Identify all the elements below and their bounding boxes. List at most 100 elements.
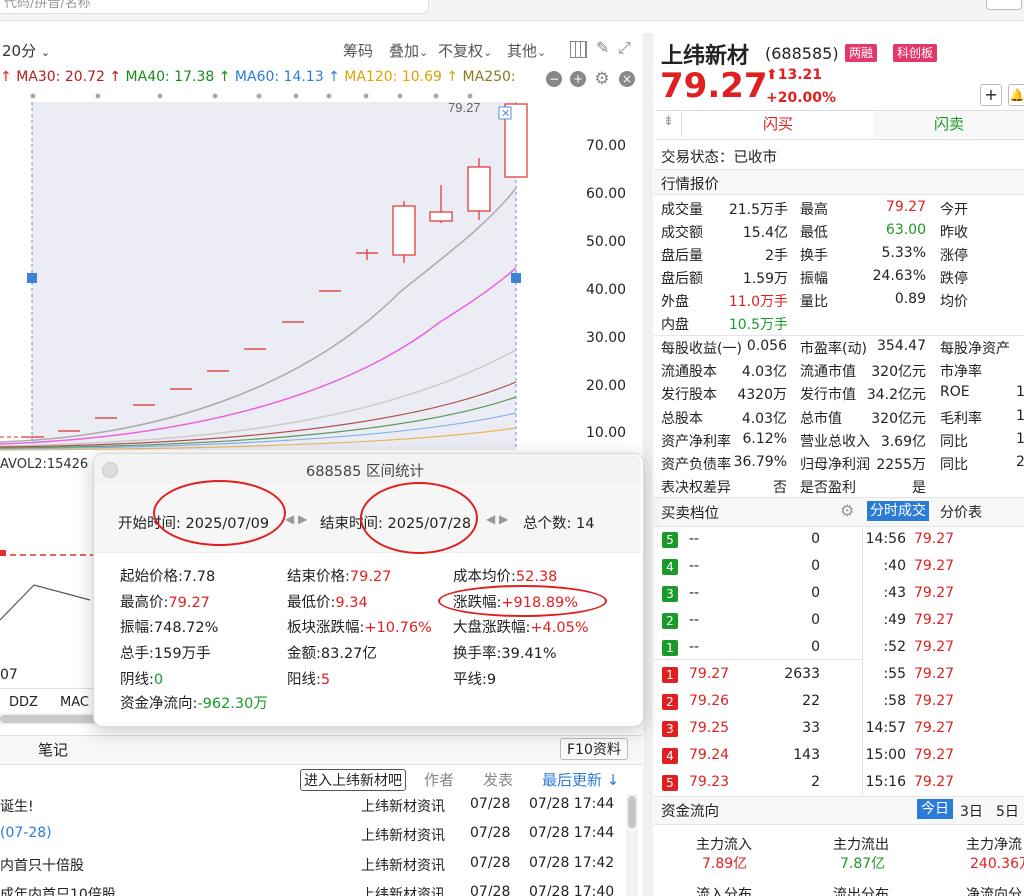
fundamental-label: 流通市值: [800, 364, 856, 381]
overlay-button[interactable]: 叠加⌄: [389, 40, 428, 61]
ask-row[interactable]: 5 -- 0: [654, 527, 862, 554]
quote-label: 换手: [800, 248, 828, 264]
tick-row[interactable]: :49 79.27: [864, 608, 1024, 635]
add-watchlist-button[interactable]: +: [980, 84, 1002, 106]
quote-value: 11.0万手: [728, 294, 788, 310]
chevron-down-icon: ⌄: [537, 46, 547, 59]
order-volume: 0: [811, 585, 820, 601]
last-price: 79.27: [660, 66, 768, 106]
order-price: --: [689, 612, 700, 628]
tab-price-table[interactable]: 分价表: [940, 502, 982, 522]
news-title[interactable]: 成年内首只10倍股: [0, 884, 116, 896]
candle: [467, 158, 491, 220]
stat-label: 起始价格:: [120, 569, 183, 585]
col-post[interactable]: 发表: [483, 769, 513, 790]
bid-row[interactable]: 3 79.25 33: [654, 716, 862, 743]
stat-label: 最高价:: [120, 594, 169, 611]
gear-icon[interactable]: ⚙: [840, 501, 854, 520]
tick-row[interactable]: 15:16 79.27: [864, 770, 1024, 797]
start-prev-next-icon[interactable]: ◀ ▶: [285, 512, 307, 526]
bell-icon[interactable]: 🔔: [1008, 84, 1024, 106]
gear-icon[interactable]: ⚙: [594, 71, 610, 88]
layout-grid-icon[interactable]: [570, 41, 587, 58]
news-row[interactable]: 成年内首只10倍股 上纬新材资讯 07/28 07/28 17:40: [0, 884, 620, 896]
order-volume: 0: [811, 612, 820, 628]
margin-badge[interactable]: 两融: [845, 44, 878, 62]
pencil-icon[interactable]: ✎: [596, 38, 609, 57]
tick-row[interactable]: :55 79.27: [864, 662, 1024, 689]
col-author[interactable]: 作者: [424, 769, 454, 790]
fundamental-value: 354.47: [877, 338, 926, 354]
collapse-icon[interactable]: ⇟: [663, 114, 674, 129]
news-row[interactable]: 诞生! 上纬新材资讯 07/28 07/28 17:44: [0, 796, 620, 825]
tick-row[interactable]: :52 79.27: [864, 635, 1024, 662]
fundamental-label: 总股本: [661, 410, 703, 427]
tab-notes[interactable]: 笔记: [38, 739, 68, 760]
bid-row[interactable]: 5 79.23 2: [654, 770, 862, 797]
tick-price: 79.27: [914, 666, 955, 682]
f10-button[interactable]: F10资料: [560, 738, 628, 760]
main-outflow-value: 7.87亿: [840, 856, 886, 872]
quote-label: 盘后额: [661, 271, 703, 287]
panel-divider[interactable]: [643, 33, 653, 896]
ask-row[interactable]: 1 -- 0: [654, 635, 862, 662]
close-icon[interactable]: ×: [619, 71, 635, 87]
other-button[interactable]: 其他⌄: [507, 40, 546, 61]
order-volume: 2633: [784, 666, 820, 682]
dialog-close-button[interactable]: [102, 462, 118, 478]
ask-row[interactable]: 2 -- 0: [654, 608, 862, 635]
col-last-update[interactable]: 最后更新 ↓: [542, 769, 619, 790]
plus-icon[interactable]: +: [570, 71, 586, 87]
search-input[interactable]: 代码/拼音/名称: [0, 0, 429, 14]
window-control-button[interactable]: [986, 0, 1022, 10]
enter-forum-button[interactable]: 进入上纬新材吧: [300, 769, 406, 791]
adjust-button[interactable]: 不复权⌄: [438, 40, 492, 61]
news-row[interactable]: 内首只十倍股 上纬新材资讯 07/28 07/28 17:42: [0, 855, 620, 884]
quote-label: 昨收: [940, 225, 968, 241]
quote-label: 跌停: [940, 271, 968, 287]
tick-row[interactable]: 14:57 79.27: [864, 716, 1024, 743]
fullscreen-icon[interactable]: ⤢: [618, 38, 631, 58]
bid-row[interactable]: 1 79.27 2633: [654, 662, 862, 689]
tick-row[interactable]: :43 79.27: [864, 581, 1024, 608]
end-prev-next-icon[interactable]: ◀ ▶: [486, 512, 508, 526]
fundamental-label: 每股净资产: [940, 341, 1010, 357]
news-title[interactable]: (07-28): [0, 825, 52, 841]
ask-row[interactable]: 3 -- 0: [654, 581, 862, 608]
fundamental-label: 发行市值: [800, 387, 856, 404]
tick-row[interactable]: :58 79.27: [864, 689, 1024, 716]
news-row[interactable]: (07-28) 上纬新材资讯 07/28 07/28 17:44: [0, 825, 620, 854]
bid-row[interactable]: 4 79.24 143: [654, 743, 862, 770]
ask-row[interactable]: 4 -- 0: [654, 554, 862, 581]
period-selector[interactable]: 20分 ⌄: [2, 40, 50, 61]
tick-row[interactable]: 15:00 79.27: [864, 743, 1024, 770]
stock-code: (688585): [765, 44, 839, 63]
order-volume: 0: [811, 558, 820, 574]
tab-tick-trades[interactable]: 分时成交: [867, 501, 929, 521]
range-stat: 阴线:0: [120, 668, 163, 689]
tab-5day[interactable]: 5日: [996, 801, 1019, 821]
news-date: 07/28: [470, 825, 511, 841]
stat-value: 0: [153, 671, 164, 688]
chip-button[interactable]: 筹码: [343, 40, 373, 61]
tick-time: :58: [883, 693, 906, 709]
tick-row[interactable]: 14:56 79.27: [864, 527, 1024, 554]
news-title[interactable]: 诞生!: [0, 796, 34, 816]
tab-macd[interactable]: MAC: [60, 695, 89, 710]
quick-buy-button[interactable]: 闪买: [681, 111, 875, 137]
tab-today[interactable]: 今日: [917, 799, 953, 819]
bid-row[interactable]: 2 79.26 22: [654, 689, 862, 716]
star-market-badge[interactable]: 科创板: [893, 44, 938, 62]
fundamental-label: 流通股本: [661, 364, 717, 381]
trade-status: 交易状态：已收市: [661, 150, 777, 166]
quick-sell-button[interactable]: 闪卖: [874, 111, 1024, 137]
minus-icon[interactable]: −: [546, 71, 562, 87]
tick-price: 79.27: [914, 774, 955, 790]
tab-ddz[interactable]: DDZ: [9, 695, 38, 710]
range-stat: 大盘涨跌幅:+4.05%: [453, 616, 589, 637]
news-scroll-thumb[interactable]: [628, 796, 636, 828]
tab-3day[interactable]: 3日: [960, 801, 983, 821]
tick-row[interactable]: :40 79.27: [864, 554, 1024, 581]
news-title[interactable]: 内首只十倍股: [0, 855, 84, 875]
kline-canvas[interactable]: 79.27 ✕: [0, 92, 580, 452]
